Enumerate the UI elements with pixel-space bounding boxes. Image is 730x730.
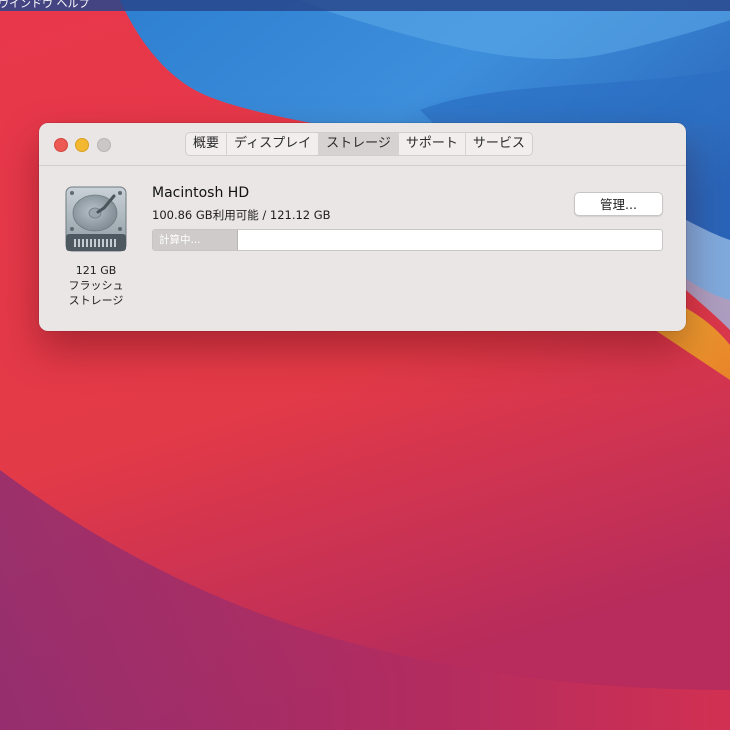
storage-bar: 計算中... — [152, 229, 663, 251]
tab-displays[interactable]: ディスプレイ — [227, 133, 320, 155]
tab-bar: 概要 ディスプレイ ストレージ サポート サービス — [185, 132, 533, 156]
volume-name: Macintosh HD — [152, 185, 250, 201]
tab-support[interactable]: サポート — [399, 133, 466, 155]
volume-usage: 100.86 GB利用可能 / 121.12 GB — [152, 208, 331, 222]
disk-type-line2: ストレージ — [68, 294, 124, 307]
minimize-button[interactable] — [75, 138, 89, 152]
zoom-button[interactable] — [97, 138, 111, 152]
window-titlebar: 概要 ディスプレイ ストレージ サポート サービス — [39, 123, 686, 166]
menu-bar: ウインドウ ヘルプ — [0, 0, 730, 11]
disk-capacity: 121 GB — [75, 264, 117, 277]
hard-drive-icon — [64, 186, 128, 252]
wallpaper-graphic — [0, 0, 730, 730]
menu-bar-text[interactable]: ウインドウ ヘルプ — [0, 0, 90, 9]
manage-button[interactable]: 管理... — [574, 192, 663, 216]
about-this-mac-window: 概要 ディスプレイ ストレージ サポート サービス 121 GB フラッシュ ス… — [39, 123, 686, 331]
storage-bar-label: 計算中... — [159, 234, 201, 246]
tab-overview[interactable]: 概要 — [186, 133, 228, 155]
disk-type-line1: フラッシュ — [68, 279, 124, 292]
desktop-wallpaper: ウインドウ ヘルプ — [0, 0, 730, 730]
tab-service[interactable]: サービス — [466, 133, 532, 155]
tab-storage[interactable]: ストレージ — [319, 133, 399, 155]
close-button[interactable] — [54, 138, 68, 152]
disk-caption: 121 GB フラッシュ ストレージ — [53, 263, 139, 308]
